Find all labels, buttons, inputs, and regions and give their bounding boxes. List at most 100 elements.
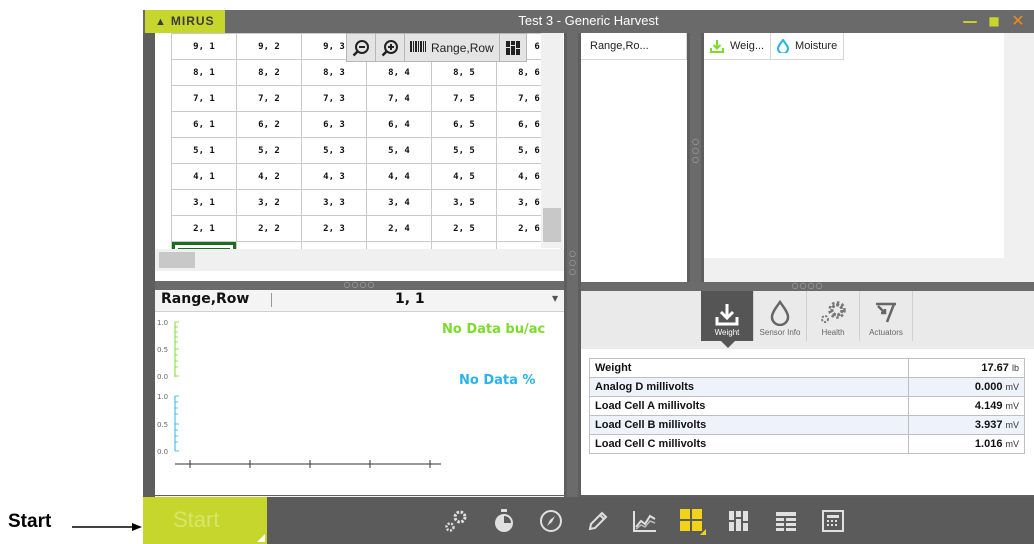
grid-cell-label: 6, 4 [388, 119, 410, 130]
grid-cell[interactable]: 2, 2 [236, 215, 302, 242]
table-view-button[interactable] [766, 497, 806, 544]
grid-cell[interactable]: 5, 4 [366, 137, 432, 164]
mini-charts: 1.0 0.5 0.0 1.0 0.5 0.0 [157, 319, 441, 468]
timer-button[interactable] [484, 497, 524, 544]
grid-cell[interactable]: 2, 4 [366, 215, 432, 242]
grid-horizontal-scrollbar[interactable] [155, 249, 564, 271]
data-horizontal-scrollbar[interactable] [704, 258, 1004, 282]
left-horizontal-splitter[interactable]: ○○○○ [155, 281, 564, 290]
grid-cell[interactable]: 8, 1 [171, 59, 237, 86]
brand-home-button[interactable]: ▲ MIRUS [145, 10, 225, 33]
grid-cell[interactable]: 4, 3 [301, 163, 367, 190]
grid-cell[interactable]: 6, 5 [431, 111, 497, 138]
field-map-icon [729, 510, 748, 531]
grid-vertical-scrollbar[interactable] [541, 33, 563, 248]
maximize-button[interactable]: ■ [983, 10, 1005, 33]
grid-cell[interactable]: 8, 4 [366, 59, 432, 86]
tab-sensor-info[interactable]: Sensor Info [754, 291, 807, 341]
grid-cell[interactable]: 9, 1 [171, 33, 237, 60]
center-vertical-splitter[interactable]: ○ ○ ○ [567, 33, 578, 497]
grid-cell[interactable]: 9, 2 [236, 33, 302, 60]
grid-cell[interactable]: 5, 5 [431, 137, 497, 164]
data-vertical-scrollbar[interactable] [1004, 33, 1034, 282]
grid-cell-label: 2, 6 [518, 223, 540, 234]
grid-cell[interactable]: 2, 3 [301, 215, 367, 242]
grid-cell[interactable]: 7, 2 [236, 85, 302, 112]
settings-button[interactable] [437, 497, 477, 544]
tab-actuators[interactable]: Actuators [860, 291, 913, 341]
compass-button[interactable] [531, 497, 571, 544]
window-title: Test 3 - Generic Harvest [518, 13, 659, 28]
grid-cell[interactable]: 8, 5 [431, 59, 497, 86]
grid-cell[interactable]: 2, 1 [171, 215, 237, 242]
grid-cell-label: 7, 3 [323, 93, 345, 104]
grid-row: 7, 1 7, 2 7, 3 7, 4 7, 5 7, 6 [171, 85, 562, 112]
bottom-toolbar: Start [143, 497, 1034, 544]
grid-cell[interactable]: 6, 2 [236, 111, 302, 138]
edit-button[interactable] [578, 497, 618, 544]
grid-cell[interactable]: 7, 4 [366, 85, 432, 112]
tab-weight[interactable]: Weight [701, 291, 754, 348]
grid-cell[interactable]: 6, 1 [171, 111, 237, 138]
grid-cell[interactable]: 3, 2 [236, 189, 302, 216]
grid-layout-button[interactable] [672, 497, 712, 544]
start-button[interactable]: Start [143, 497, 267, 544]
grid-cell-label: 4, 5 [453, 171, 475, 182]
range-row-label-button[interactable]: Range,Row [405, 34, 500, 61]
range-row-column-header[interactable]: Range,Ro... [581, 33, 687, 60]
grid-cell[interactable]: 4, 4 [366, 163, 432, 190]
yield-moisture-chart-panel: 1.0 0.5 0.0 1.0 0.5 0.0 No Data bu/ac No… [155, 312, 564, 495]
grid-cell[interactable]: 3, 5 [431, 189, 497, 216]
zoom-in-button[interactable] [376, 34, 405, 61]
grid-cell[interactable]: 5, 2 [236, 137, 302, 164]
grid-cell-label: 5, 4 [388, 145, 410, 156]
field-map-button[interactable] [500, 34, 526, 61]
grid-cell[interactable]: 3, 4 [366, 189, 432, 216]
right-vertical-splitter[interactable]: ○ ○ ○ [690, 33, 701, 282]
grid-cell-label: 5, 1 [193, 145, 215, 156]
grid-cell-label: 9, 2 [258, 41, 280, 52]
right-horizontal-splitter[interactable]: ○○○○ [581, 282, 1034, 291]
grid-cell[interactable]: 3, 3 [301, 189, 367, 216]
field-map-toolbar-button[interactable] [719, 497, 759, 544]
sensor-unit: lb [1011, 363, 1019, 373]
close-button[interactable]: ✕ [1007, 10, 1029, 33]
grid-cell[interactable]: 7, 5 [431, 85, 497, 112]
grid-vertical-scroll-thumb[interactable] [543, 208, 561, 242]
sensor-value: 4.149 [974, 400, 1003, 412]
weight-column-header[interactable]: Weig... [704, 33, 772, 59]
grid-cell[interactable]: 7, 3 [301, 85, 367, 112]
range-row-selector[interactable]: Range,Row 1, 1 ▼ [155, 290, 564, 312]
y-tick-label: 1.0 [157, 393, 168, 401]
grid-cell[interactable]: 2, 5 [431, 215, 497, 242]
grid-horizontal-scroll-thumb[interactable] [159, 252, 195, 268]
sensor-value-cell: 0.000 mV [908, 377, 1025, 397]
calculator-button[interactable] [813, 497, 853, 544]
chevron-down-icon[interactable]: ▼ [552, 294, 558, 303]
tab-health[interactable]: Health [807, 291, 860, 341]
grid-cell[interactable]: 8, 3 [301, 59, 367, 86]
sensor-unit: mV [1005, 401, 1020, 411]
sensor-value-cell: 3.937 mV [908, 415, 1025, 435]
grid-cell-label: 7, 5 [453, 93, 475, 104]
grid-cell-label: 9, 3 [323, 41, 345, 52]
grid-cell[interactable]: 4, 5 [431, 163, 497, 190]
grid-cell[interactable]: 4, 1 [171, 163, 237, 190]
zoom-out-button[interactable] [347, 34, 376, 61]
grid-cell[interactable]: 8, 2 [236, 59, 302, 86]
moisture-column-header[interactable]: Moisture [771, 33, 845, 59]
grid-cell[interactable]: 4, 2 [236, 163, 302, 190]
plot-grid-panel: 9, 19, 29, 39, 49, 59, 68, 18, 28, 38, 4… [155, 33, 564, 281]
callout-arrow-icon [72, 523, 142, 531]
grid-cell[interactable]: 5, 3 [301, 137, 367, 164]
grid-cell[interactable]: 6, 3 [301, 111, 367, 138]
chart-button[interactable] [625, 497, 665, 544]
grid-cell[interactable]: 7, 1 [171, 85, 237, 112]
minimize-button[interactable]: — [959, 10, 981, 33]
y-tick-label: 1.0 [157, 319, 168, 327]
range-row-value: 1, 1 [395, 291, 425, 307]
grid-cell[interactable]: 6, 4 [366, 111, 432, 138]
grid-cell-label: 5, 3 [323, 145, 345, 156]
grid-cell[interactable]: 3, 1 [171, 189, 237, 216]
grid-cell[interactable]: 5, 1 [171, 137, 237, 164]
